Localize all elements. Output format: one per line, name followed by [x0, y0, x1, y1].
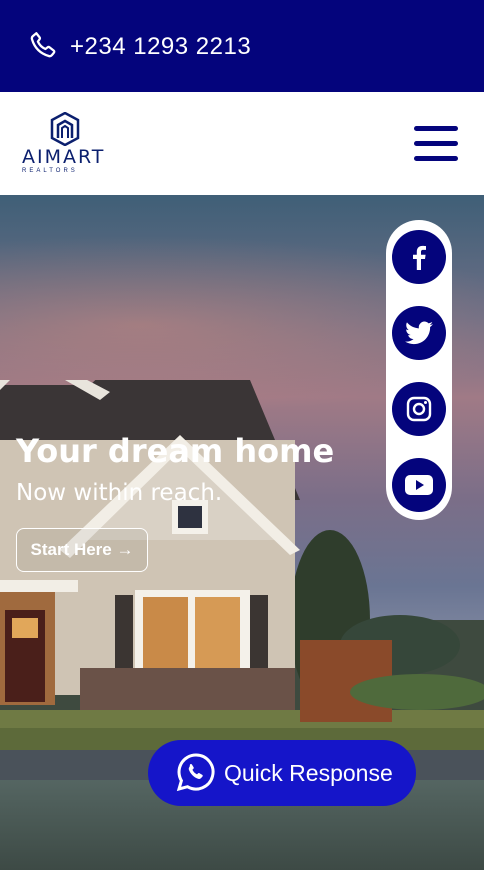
quick-response-button[interactable]: Quick Response: [148, 740, 416, 806]
instagram-icon[interactable]: [392, 382, 446, 436]
social-links-bar: [386, 220, 452, 520]
phone-number[interactable]: +234 1293 2213: [70, 33, 251, 61]
hamburger-menu-icon[interactable]: [414, 126, 458, 162]
quick-response-label: Quick Response: [224, 760, 393, 786]
hero-subtitle: Now within reach.: [16, 480, 223, 506]
twitter-icon[interactable]: [392, 306, 446, 360]
youtube-icon[interactable]: [392, 458, 446, 512]
logo-mark-icon: [50, 112, 80, 146]
aimart-logo[interactable]: AIMART REALTORS: [20, 112, 110, 174]
logo-subtext: REALTORS: [22, 168, 78, 174]
whatsapp-icon: [176, 753, 215, 792]
hero-title: Your dream home: [16, 432, 335, 470]
facebook-icon[interactable]: [392, 230, 446, 284]
phone-icon[interactable]: [28, 30, 58, 60]
top-contact-bar: +234 1293 2213: [0, 0, 484, 92]
site-header: AIMART REALTORS: [0, 92, 484, 195]
logo-text: AIMART: [22, 146, 106, 168]
start-here-button[interactable]: Start Here →: [16, 528, 148, 572]
